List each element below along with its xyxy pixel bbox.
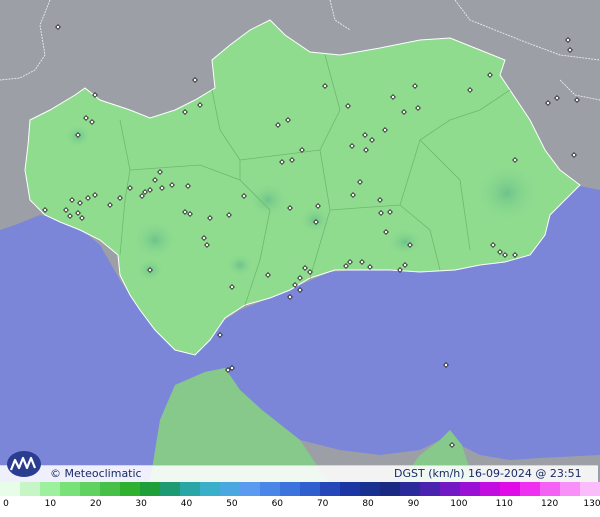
- scale-tick-label: 50: [226, 499, 238, 509]
- info-bar: © Meteoclimatic DGST (km/h) 16-09-2024 @…: [0, 465, 598, 493]
- color-swatch: [240, 482, 260, 496]
- color-swatch: [440, 482, 460, 496]
- color-swatch: [100, 482, 120, 496]
- color-swatch: [360, 482, 380, 496]
- gust-hotspot: [299, 206, 331, 234]
- scale-tick-label: 0: [3, 499, 9, 509]
- color-scale-labels: 0 10 20 30 40 50 60 70 80 90 100 110 120 130: [0, 496, 600, 517]
- color-swatch: [500, 482, 520, 496]
- scale-tick-label: 60: [271, 499, 284, 509]
- color-swatch: [120, 482, 140, 496]
- color-swatch: [160, 482, 180, 496]
- scale-tick-label: 120: [541, 499, 559, 509]
- color-swatch: [300, 482, 320, 496]
- color-swatch: [540, 482, 560, 496]
- color-swatch: [420, 482, 440, 496]
- color-swatch: [0, 482, 20, 496]
- color-swatch: [200, 482, 220, 496]
- color-swatch: [260, 482, 280, 496]
- gust-hotspot: [475, 163, 539, 223]
- scale-tick-label: 110: [495, 499, 513, 509]
- color-swatch: [60, 482, 80, 496]
- scale-tick-label: 10: [44, 499, 57, 509]
- gust-hotspot: [387, 228, 423, 256]
- color-swatch: [480, 482, 500, 496]
- color-swatch: [340, 482, 360, 496]
- gust-hotspot: [133, 220, 177, 260]
- color-swatch: [520, 482, 540, 496]
- wind-gust-map: © Meteoclimatic DGST (km/h) 16-09-2024 @…: [0, 0, 600, 517]
- color-swatch: [220, 482, 240, 496]
- color-swatch: [460, 482, 480, 496]
- color-swatch: [380, 482, 400, 496]
- gust-hotspot: [226, 253, 254, 277]
- brand-label: © Meteoclimatic: [50, 467, 142, 480]
- color-swatch: [280, 482, 300, 496]
- scale-tick-label: 30: [135, 499, 147, 509]
- color-scale-bar: [0, 482, 600, 496]
- gust-hotspot: [248, 182, 288, 218]
- color-swatch: [560, 482, 580, 496]
- scale-tick-label: 40: [180, 499, 193, 509]
- scale-tick-label: 20: [90, 499, 102, 509]
- scale-tick-label: 100: [450, 499, 468, 509]
- scale-tick-label: 90: [407, 499, 420, 509]
- color-swatch: [40, 482, 60, 496]
- color-swatch: [80, 482, 100, 496]
- color-swatch: [320, 482, 340, 496]
- color-swatch: [400, 482, 420, 496]
- scale-tick-label: 130: [583, 499, 600, 509]
- color-swatch: [580, 482, 600, 496]
- product-label: DGST (km/h): [394, 467, 465, 480]
- color-swatch: [20, 482, 40, 496]
- scale-tick-label: 70: [316, 499, 329, 509]
- meteoclimatic-logo-icon: [7, 451, 41, 477]
- color-swatch: [180, 482, 200, 496]
- scale-tick-label: 80: [362, 499, 374, 509]
- map-canvas: [0, 0, 600, 482]
- color-swatch: [140, 482, 160, 496]
